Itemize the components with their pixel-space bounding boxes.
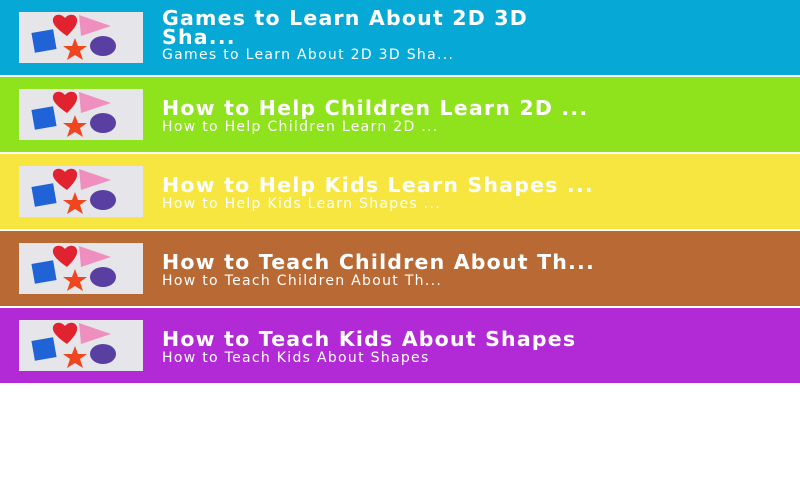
list-item[interactable]: How to Teach Children About Th... How to… bbox=[0, 231, 800, 308]
shapes-thumbnail-icon bbox=[19, 89, 143, 140]
list-item-subtitle: How to Help Kids Learn Shapes ... bbox=[162, 196, 441, 212]
circle-shape-icon bbox=[90, 190, 116, 210]
square-shape-icon bbox=[31, 260, 57, 284]
circle-shape-icon bbox=[90, 267, 116, 287]
circle-shape-icon bbox=[90, 113, 116, 133]
circle-shape-icon bbox=[90, 344, 116, 364]
list-item-subtitle: Games to Learn About 2D 3D Sha... bbox=[162, 47, 455, 63]
list-item[interactable]: How to Help Kids Learn Shapes ... How to… bbox=[0, 154, 800, 231]
circle-shape-icon bbox=[90, 36, 116, 56]
shapes-thumbnail-icon bbox=[19, 320, 143, 371]
shapes-thumbnail-icon bbox=[19, 243, 143, 294]
list-item-title: Games to Learn About 2D 3D Sha... bbox=[162, 9, 722, 47]
square-shape-icon bbox=[31, 106, 57, 130]
list-item[interactable]: How to Help Children Learn 2D ... How to… bbox=[0, 77, 800, 154]
list-item-text: Games to Learn About 2D 3D Sha... Games … bbox=[162, 9, 792, 63]
list-item-title: How to Help Children Learn 2D ... bbox=[162, 97, 589, 119]
list-item-subtitle: How to Teach Children About Th... bbox=[162, 273, 443, 289]
article-list: Games to Learn About 2D 3D Sha... Games … bbox=[0, 0, 800, 385]
square-shape-icon bbox=[31, 29, 57, 53]
list-item[interactable]: Games to Learn About 2D 3D Sha... Games … bbox=[0, 0, 800, 77]
square-shape-icon bbox=[31, 183, 57, 207]
list-item-title: How to Teach Children About Th... bbox=[162, 251, 596, 273]
list-item-text: How to Teach Kids About Shapes How to Te… bbox=[162, 328, 792, 366]
shapes-thumbnail-icon bbox=[19, 166, 143, 217]
list-item-text: How to Help Children Learn 2D ... How to… bbox=[162, 97, 792, 135]
list-item-subtitle: How to Help Children Learn 2D ... bbox=[162, 119, 439, 135]
list-item-title: How to Help Kids Learn Shapes ... bbox=[162, 174, 594, 196]
list-item-text: How to Teach Children About Th... How to… bbox=[162, 251, 792, 289]
list-item[interactable]: How to Teach Kids About Shapes How to Te… bbox=[0, 308, 800, 385]
list-item-subtitle: How to Teach Kids About Shapes bbox=[162, 350, 430, 366]
list-item-text: How to Help Kids Learn Shapes ... How to… bbox=[162, 174, 792, 212]
list-item-title-line2: Sha... bbox=[162, 25, 236, 47]
square-shape-icon bbox=[31, 337, 57, 361]
list-item-title: How to Teach Kids About Shapes bbox=[162, 328, 577, 350]
shapes-thumbnail-icon bbox=[19, 12, 143, 63]
list-item-title-line1: Games to Learn About 2D 3D bbox=[162, 9, 528, 30]
